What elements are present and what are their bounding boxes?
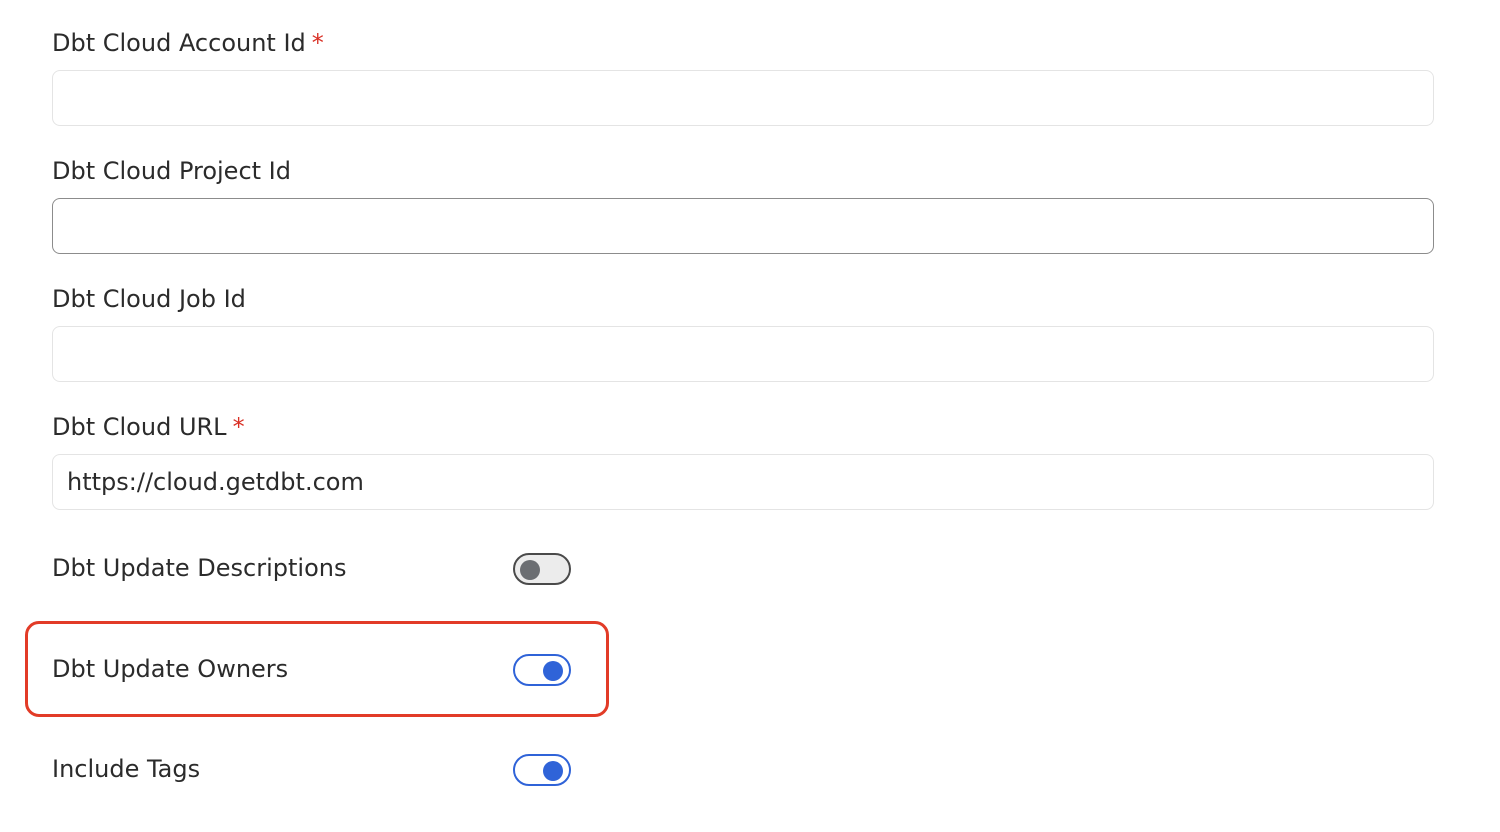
toggle-knob — [543, 761, 563, 781]
update-descriptions-row: Dbt Update Descriptions — [52, 553, 572, 587]
account-id-input[interactable] — [52, 70, 1434, 126]
required-asterisk: * — [311, 29, 324, 57]
job-id-input[interactable] — [52, 326, 1434, 382]
dbt-connection-form: Dbt Cloud Account Id * Dbt Cloud Project … — [0, 0, 1500, 832]
cloud-url-field-group: Dbt Cloud URL * — [52, 412, 1434, 510]
cloud-url-label-text: Dbt Cloud URL — [52, 413, 227, 441]
cloud-url-input[interactable] — [52, 454, 1434, 510]
cloud-url-label: Dbt Cloud URL * — [52, 412, 1434, 442]
account-id-label-text: Dbt Cloud Account Id — [52, 29, 306, 57]
toggle-knob — [520, 560, 540, 580]
project-id-label-text: Dbt Cloud Project Id — [52, 157, 291, 185]
include-tags-row: Include Tags — [52, 754, 572, 788]
toggle-knob — [543, 661, 563, 681]
update-owners-label: Dbt Update Owners — [52, 655, 289, 683]
update-descriptions-toggle[interactable] — [513, 553, 571, 585]
include-tags-label: Include Tags — [52, 755, 201, 783]
project-id-label: Dbt Cloud Project Id — [52, 156, 1434, 186]
update-owners-toggle[interactable] — [513, 654, 571, 686]
project-id-input[interactable] — [52, 198, 1434, 254]
job-id-field-group: Dbt Cloud Job Id — [52, 284, 1434, 382]
account-id-label: Dbt Cloud Account Id * — [52, 28, 1434, 58]
account-id-field-group: Dbt Cloud Account Id * — [52, 28, 1434, 126]
include-tags-toggle[interactable] — [513, 754, 571, 786]
job-id-label-text: Dbt Cloud Job Id — [52, 285, 246, 313]
update-descriptions-label: Dbt Update Descriptions — [52, 554, 347, 582]
job-id-label: Dbt Cloud Job Id — [52, 284, 1434, 314]
project-id-field-group: Dbt Cloud Project Id — [52, 156, 1434, 254]
update-owners-row: Dbt Update Owners — [52, 654, 572, 688]
required-asterisk: * — [232, 413, 245, 441]
